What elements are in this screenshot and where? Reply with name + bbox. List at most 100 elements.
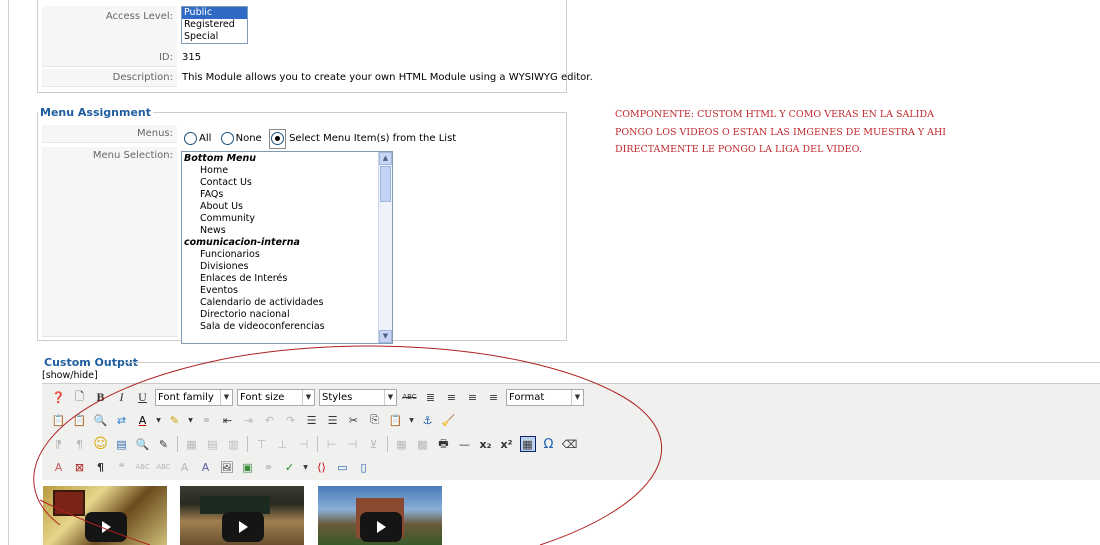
print-icon[interactable]: 🖶 — [436, 436, 452, 452]
unlink-icon[interactable]: ⚭ — [199, 412, 215, 428]
subscript-icon[interactable]: x₂ — [478, 436, 494, 452]
chevron-down-icon[interactable]: ▼ — [303, 459, 309, 475]
chevron-down-icon[interactable]: ▼ — [156, 412, 162, 428]
play-icon[interactable] — [360, 512, 402, 542]
attribs-icon[interactable]: A — [177, 459, 193, 475]
radio-none[interactable] — [220, 131, 234, 145]
scroll-up-icon[interactable]: ▲ — [379, 152, 392, 165]
cleanup-icon[interactable]: 🧹 — [441, 412, 457, 428]
play-icon[interactable] — [85, 512, 127, 542]
template-icon[interactable]: ▭ — [335, 459, 351, 475]
indent-icon[interactable]: ⇥ — [241, 412, 257, 428]
menu-item-option[interactable]: Eventos — [182, 285, 392, 297]
ins-icon[interactable]: ABC — [156, 459, 172, 475]
access-option[interactable]: Registered — [182, 19, 247, 31]
anchor-icon[interactable]: ⚓ — [420, 412, 436, 428]
bullet-list-icon[interactable]: ☰ — [325, 412, 341, 428]
menu-item-option[interactable]: Home — [182, 165, 392, 177]
link-icon[interactable]: ⚭ — [261, 459, 277, 475]
emoticon-icon[interactable]: ☺ — [93, 436, 109, 452]
preview-icon[interactable]: 🔍 — [135, 436, 151, 452]
access-option[interactable]: Special — [182, 31, 247, 43]
undo-icon[interactable]: ↶ — [262, 412, 278, 428]
remove-format-icon[interactable]: ⌫ — [562, 436, 578, 452]
layer-icon[interactable]: ▯ — [356, 459, 372, 475]
chevron-down-icon[interactable]: ▼ — [188, 412, 194, 428]
bold-icon[interactable]: B — [93, 389, 109, 405]
replace-icon[interactable]: ⇄ — [114, 412, 130, 428]
insert-col-before-icon[interactable]: ⊢ — [324, 436, 340, 452]
insert-col-after-icon[interactable]: ⊣ — [345, 436, 361, 452]
strikethrough-icon[interactable]: ABC — [402, 389, 418, 405]
insert-image-icon[interactable]: ▣ — [240, 459, 256, 475]
play-icon[interactable] — [222, 512, 264, 542]
pagebreak-icon[interactable]: ⟨⟩ — [314, 459, 330, 475]
scroll-down-icon[interactable]: ▼ — [379, 330, 392, 343]
special-char-icon[interactable]: Ω — [541, 436, 557, 452]
delete-row-icon[interactable]: ⊣ — [296, 436, 312, 452]
rtl-icon[interactable]: ¶ — [72, 436, 88, 452]
menu-item-option[interactable]: Sala de videoconferencias — [182, 321, 392, 333]
paste-menu-icon[interactable]: 📋 — [388, 412, 404, 428]
menu-item-option[interactable]: Enlaces de Interés — [182, 273, 392, 285]
merge-cells-icon[interactable]: ▩ — [415, 436, 431, 452]
cite-icon[interactable]: ❝ — [114, 459, 130, 475]
video-thumbnail-3[interactable] — [318, 486, 442, 545]
menu-item-option[interactable]: News — [182, 225, 392, 237]
align-right-icon[interactable]: ≡ — [486, 389, 502, 405]
paste-icon[interactable]: 📋 — [51, 412, 67, 428]
new-document-icon[interactable]: 🗋 — [72, 389, 88, 405]
superscript-icon[interactable]: x² — [499, 436, 515, 452]
media-icon[interactable]: ▤ — [114, 436, 130, 452]
underline-icon[interactable]: U — [135, 389, 151, 405]
access-level-select[interactable]: Public Registered Special — [181, 6, 248, 44]
copy-icon[interactable]: ⎘ — [367, 412, 383, 428]
font-color-icon[interactable]: A — [135, 412, 151, 428]
font-size-select[interactable]: Font size ▼ — [237, 388, 315, 406]
visual-aid-icon[interactable]: ▦ — [519, 436, 536, 452]
find-icon[interactable]: 🔍 — [93, 412, 109, 428]
style-props-icon[interactable]: A — [198, 459, 214, 475]
chevron-down-icon[interactable]: ▼ — [409, 412, 415, 428]
align-center-icon[interactable]: ≡ — [444, 389, 460, 405]
scroll-thumb[interactable] — [380, 166, 391, 202]
delete-col-icon[interactable]: ⊻ — [366, 436, 382, 452]
numbered-list-icon[interactable]: ☰ — [304, 412, 320, 428]
font-family-select[interactable]: Font family ▼ — [155, 388, 233, 406]
del-icon[interactable]: ABC — [135, 459, 151, 475]
video-thumbnail-2[interactable] — [180, 486, 304, 545]
align-left-icon[interactable]: ≡ — [465, 389, 481, 405]
menu-selection-list[interactable]: Bottom Menu Home Contact Us FAQs About Us Com… — [181, 151, 393, 344]
menu-item-option[interactable]: Calendario de actividades — [182, 297, 392, 309]
image-icon[interactable]: 🖼 — [219, 459, 235, 475]
row-props-icon[interactable]: ▤ — [205, 436, 221, 452]
outdent-icon[interactable]: ⇤ — [220, 412, 236, 428]
access-option[interactable]: Public — [182, 7, 247, 19]
spellcheck-icon[interactable]: ✓ — [282, 459, 298, 475]
paste-text-icon[interactable]: 📋 — [72, 412, 88, 428]
menu-item-option[interactable]: Contact Us — [182, 177, 392, 189]
menu-item-option[interactable]: Directorio nacional — [182, 309, 392, 321]
cut-icon[interactable]: ✂ — [346, 412, 362, 428]
show-blocks-icon[interactable]: ¶ — [93, 459, 109, 475]
show-hide-toggle[interactable]: [show/hide] — [42, 370, 98, 381]
menu-item-option[interactable]: Funcionarios — [182, 249, 392, 261]
split-cells-icon[interactable]: ▦ — [394, 436, 410, 452]
table-props-icon[interactable]: ▦ — [184, 436, 200, 452]
ltr-icon[interactable]: ⁋ — [51, 436, 67, 452]
format-select[interactable]: Format ▼ — [506, 388, 584, 406]
menu-item-option[interactable]: About Us — [182, 201, 392, 213]
menu-item-option[interactable]: Divisiones — [182, 261, 392, 273]
redo-icon[interactable]: ↷ — [283, 412, 299, 428]
align-justify-icon[interactable]: ≣ — [423, 389, 439, 405]
menu-selection-scrollbar[interactable]: ▲ ▼ — [378, 152, 392, 343]
edit-html-icon[interactable]: ✎ — [156, 436, 172, 452]
abbr-icon[interactable]: A — [51, 459, 67, 475]
video-thumbnail-1[interactable] — [43, 486, 167, 545]
acronym-icon[interactable]: ⊠ — [72, 459, 88, 475]
styles-select[interactable]: Styles ▼ — [319, 388, 397, 406]
insert-row-before-icon[interactable]: ⊤ — [254, 436, 270, 452]
horizontal-rule-icon[interactable]: — — [457, 436, 473, 452]
radio-all[interactable] — [184, 131, 197, 145]
highlight-icon[interactable]: ✎ — [167, 412, 183, 428]
